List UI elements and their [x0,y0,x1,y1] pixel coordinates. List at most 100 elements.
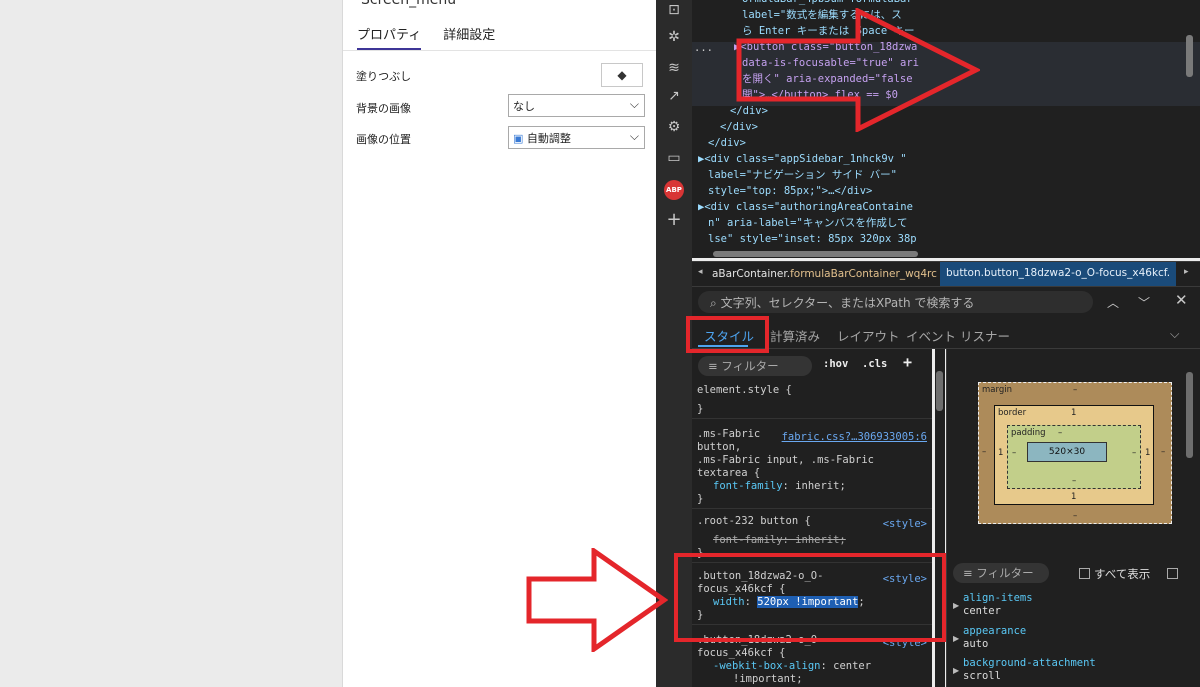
rule-ms-fabric[interactable]: .ms-Fabric button, .ms-Fabric input, .ms… [692,426,932,509]
styles-filter-input[interactable]: ≡ フィルター [698,356,812,376]
padding-left-value: – [1012,448,1017,458]
image-position-dropdown[interactable]: ▣ 自動調整 ⌵ [508,126,645,149]
search-placeholder: 文字列、セレクター、またはXPath で検索する [720,296,975,310]
border-top-value: 1 [1071,408,1077,418]
cls-toggle[interactable]: .cls [862,358,887,370]
dom-search-row: ⌕ 文字列、セレクター、またはXPath で検索する ︿ ﹀ ✕ [692,287,1200,319]
dom-tree-line[interactable]: n" aria-label="キャンバスを作成して [708,216,908,231]
dom-tree-line[interactable]: ormulaBar_4pb3um formulaBar [742,0,913,7]
dom-tree-line[interactable]: ▶<div class="authoringAreaContaine [698,200,913,215]
rule-source-link[interactable]: <style> [883,518,927,531]
breadcrumb-item-container[interactable]: aBarContainer.formulaBarContainer_wq4rc [712,268,937,280]
margin-bottom-value: – [1073,511,1078,521]
dom-breadcrumb: ◂ aBarContainer.formulaBarContainer_wq4r… [692,261,1200,287]
annotation-box-width-rule [674,553,946,642]
css-value[interactable]: inherit; [795,480,846,492]
css-value[interactable]: center [833,660,871,672]
expand-triangle-icon[interactable]: ▶ [953,634,959,643]
computed-property-value: center [963,605,1001,617]
breadcrumb-left-arrow-icon[interactable]: ◂ [698,267,703,277]
dom-search-input[interactable]: ⌕ 文字列、セレクター、またはXPath で検索する [698,291,1093,313]
chevron-down-icon: ⌵ [629,129,639,143]
chevron-down-icon[interactable]: ﹀ [1138,294,1150,311]
filter-placeholder: フィルター [976,566,1034,580]
breadcrumb-right-arrow-icon[interactable]: ▸ [1184,267,1189,277]
fill-color-button[interactable]: ◆ [601,63,643,87]
dom-tree-line[interactable]: style="top: 85px;">…</div> [708,184,872,199]
filter-placeholder: フィルター [721,359,779,373]
breadcrumb-class-text: formulaBarContainer_wq4rc [790,268,937,280]
rule-source-link[interactable]: fabric.css?…306933005:6 [782,431,927,444]
rule-close: } [697,493,704,505]
annotation-arrow-right-icon [736,8,980,132]
fill-label: 塗りつぶし [356,70,412,83]
border-left-value: 1 [998,448,1004,458]
rule-selector: .ms-Fabric input, .ms-Fabric [697,454,875,466]
expand-triangle-icon[interactable]: ▶ [953,601,959,610]
css-value-continued: !important; [733,673,803,685]
annotation-arrow-right-icon [526,548,668,652]
chevron-down-icon[interactable]: ⌵ [1170,326,1179,342]
expand-triangle-icon[interactable]: ▶ [953,666,959,675]
css-property[interactable]: font-family [713,480,783,492]
dom-tree-line[interactable]: lse" style="inset: 85px 320px 38p [708,232,917,247]
rule-selector: textarea { [697,467,761,479]
breadcrumb-item-button[interactable]: button.button_18dzwa2-o_O-focus_x46kcf. [940,262,1177,286]
computed-property-name: background-attachment [963,657,1096,669]
css-property[interactable]: -webkit-box-align [713,660,820,672]
box-model-scrollbar[interactable] [1186,372,1193,458]
dom-tree-line[interactable]: label="ナビゲーション サイド バー" [708,168,897,183]
bug-icon[interactable]: ✲ [664,27,684,47]
annotation-box-styles-tab [686,316,769,353]
computed-property-row[interactable]: appearance auto [963,625,1026,651]
screen-name: Screen_menu [361,0,457,8]
group-checkbox[interactable] [1167,568,1178,579]
tab-advanced[interactable]: 詳細設定 [443,24,495,50]
computed-filter-input[interactable]: ≡ フィルター [953,563,1049,583]
chevron-down-icon: ⌵ [629,97,639,111]
border-label: border [998,408,1027,418]
breadcrumb-plain-text: aBarContainer. [712,268,791,280]
box-model-pane: margin – – – – border 1 1 1 1 padding – … [946,349,1200,687]
dom-tree-line[interactable]: </div> [708,136,746,151]
rule-close: } [697,403,704,415]
dom-scrollbar-horizontal[interactable] [713,251,918,257]
background-image-dropdown[interactable]: なし ⌵ [508,94,645,117]
new-rule-icon[interactable]: + [903,353,912,371]
image-position-value: 自動調整 [526,132,571,145]
box-model-content[interactable]: 520×30 [1027,442,1107,462]
filter-icon: ≡ [708,359,718,373]
rule-element-style[interactable]: element.style { } [692,382,932,419]
properties-tabs: プロパティ 詳細設定 [357,24,495,50]
add-tool-icon[interactable]: + [664,210,684,230]
console-icon[interactable]: ⊡ [664,0,684,20]
canvas-background [0,0,343,687]
css-overridden-declaration[interactable]: font-family: inherit; [713,534,846,546]
computed-property-value: scroll [963,670,1001,682]
close-icon[interactable]: ✕ [1175,291,1188,309]
hov-toggle[interactable]: :hov [823,358,848,370]
tab-computed[interactable]: 計算済み [770,326,820,345]
show-all-checkbox[interactable]: すべて表示 [1079,566,1150,582]
dom-scrollbar-vertical[interactable] [1186,35,1193,77]
image-position-label: 画像の位置 [356,133,411,146]
computed-property-row[interactable]: align-items center [963,592,1033,618]
tab-layout[interactable]: レイアウト [837,326,900,345]
search-icon: ⌕ [710,296,717,310]
border-right-value: 1 [1145,448,1151,458]
paint-bucket-icon: ◆ [617,68,627,82]
chevron-up-icon[interactable]: ︿ [1107,294,1119,311]
filter-icon: ≡ [963,566,973,580]
computed-property-row[interactable]: background-attachment scroll [963,657,1096,683]
more-icon[interactable]: ··· [694,44,713,59]
tab-properties[interactable]: プロパティ [357,24,422,50]
tab-event-listeners[interactable]: イベント リスナー [906,326,1010,345]
application-icon[interactable]: ▭ [664,148,684,168]
adblock-icon[interactable]: ABP [664,180,684,200]
performance-icon[interactable]: ↗ [664,86,684,106]
show-all-label: すべて表示 [1094,567,1151,581]
settings-gear-icon[interactable]: ⚙ [664,117,684,137]
wifi-icon[interactable]: ≋ [664,58,684,78]
margin-top-value: – [1073,385,1078,395]
dom-tree-line[interactable]: ▶<div class="appSidebar_1nhck9v " [698,152,907,167]
